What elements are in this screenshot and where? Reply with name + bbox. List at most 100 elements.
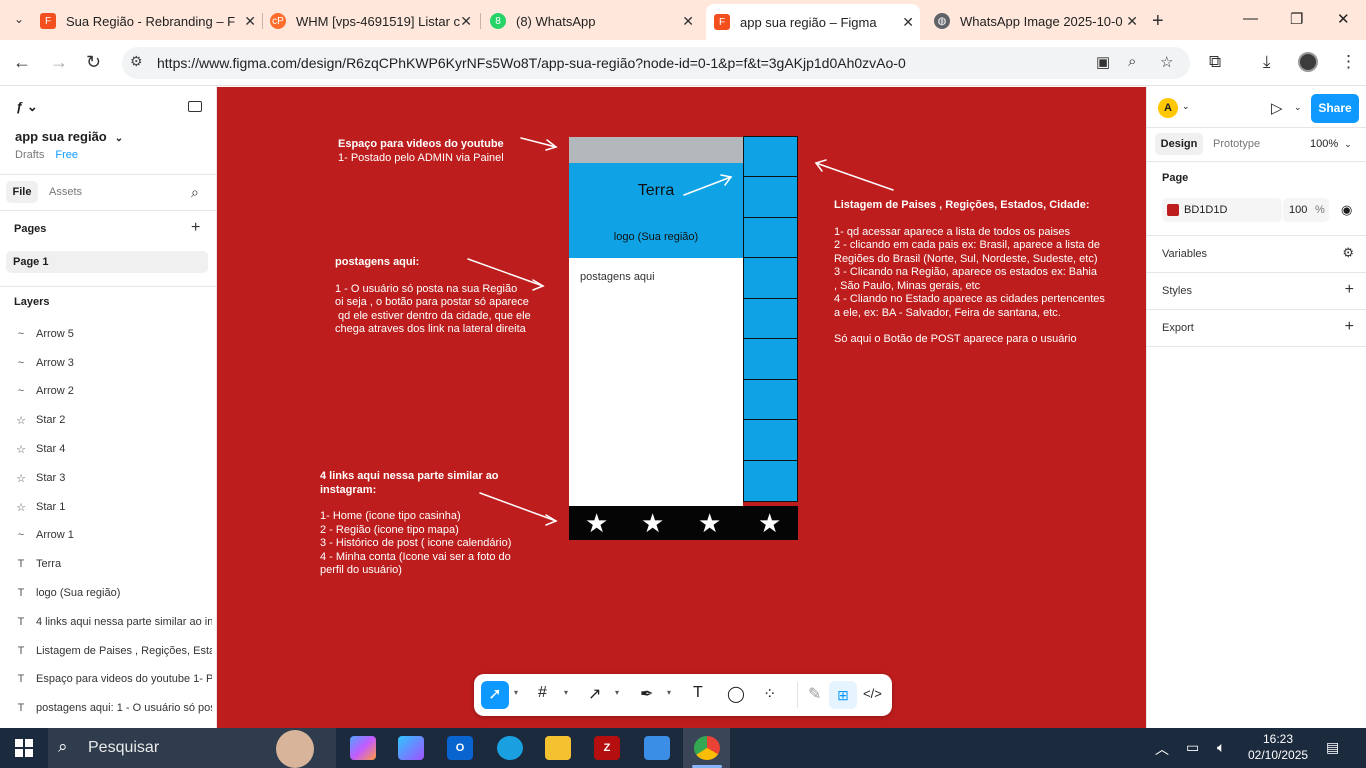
profile-avatar[interactable] — [1298, 52, 1318, 72]
tab-sua-regiao-rebranding[interactable]: F Sua Região - Rebranding – F ✕ — [40, 6, 262, 36]
system-clock[interactable]: 16:23 02/10/2025 — [1248, 731, 1308, 763]
visibility-eye-icon[interactable]: ◉ — [1341, 202, 1352, 218]
text-tool-icon[interactable]: T — [693, 684, 703, 702]
address-bar[interactable]: ⚙ https://www.figma.com/design/R6zqCPhKW… — [122, 47, 1190, 79]
tab-assets[interactable]: Assets — [49, 186, 82, 198]
drafts-label[interactable]: Drafts — [15, 149, 44, 161]
figma-canvas[interactable]: Espaço para videos do youtube 1- Postado… — [217, 87, 1146, 728]
url-text[interactable]: https://www.figma.com/design/R6zqCPhKWP6… — [157, 55, 906, 71]
back-icon[interactable]: ← — [13, 52, 31, 73]
windows-start-icon[interactable] — [15, 739, 33, 757]
download-icon[interactable]: ⤓ — [1263, 52, 1271, 72]
page-opacity-field[interactable]: 100 % — [1283, 198, 1329, 222]
layer-postagens[interactable]: Tpostagens aqui: 1 - O usuário só post — [0, 694, 216, 722]
toggle-sidebar-icon[interactable] — [188, 101, 202, 112]
arrow-posts[interactable] — [467, 258, 545, 291]
zoom-chevron-icon[interactable]: ⌄ — [1344, 139, 1352, 149]
tab-figma-app-sua-regiao[interactable]: F app sua região – Figma ✕ — [706, 4, 920, 40]
actions-tool-icon[interactable]: ⁘ — [763, 684, 776, 704]
site-info-icon[interactable]: ⚙ — [130, 53, 143, 70]
add-export-plus-icon[interactable]: + — [1345, 318, 1354, 336]
page-opacity-value[interactable]: 100 — [1289, 204, 1307, 216]
draw-mode-icon[interactable]: ✎ — [808, 684, 821, 704]
layer-logo[interactable]: Tlogo (Sua região) — [0, 579, 216, 607]
dev-mode-icon[interactable]: </> — [863, 686, 882, 701]
figma-main-menu-icon[interactable]: ƒ ⌄ — [16, 99, 38, 115]
tab-design[interactable]: Design — [1155, 133, 1203, 155]
pen-tool-chevron-icon[interactable]: ▾ — [667, 688, 671, 697]
page-color-field[interactable]: BD1D1D — [1162, 198, 1282, 222]
layer-star-4[interactable]: ☆ Star 4 — [0, 435, 216, 463]
volume-icon[interactable]: 🔈︎ — [1217, 739, 1225, 756]
page-item-page-1[interactable]: Page 1 — [6, 251, 208, 273]
tab-whm[interactable]: cP WHM [vps-4691519] Listar c ✕ — [270, 6, 478, 36]
variables-settings-icon[interactable]: ⚙ — [1342, 245, 1354, 261]
layer-4-links[interactable]: T 4 links aqui nessa parte similar ao ins… — [0, 608, 216, 636]
tray-overflow-chevron-icon[interactable]: ︿ — [1155, 739, 1169, 759]
edge-app-icon[interactable] — [497, 736, 523, 760]
copilot-app-icon[interactable] — [350, 736, 376, 760]
maximize-icon[interactable]: ❐ — [1290, 10, 1303, 28]
export-section[interactable]: Export — [1162, 322, 1194, 334]
tab-close-icon[interactable]: ✕ — [682, 13, 694, 30]
outlook-app-icon[interactable]: O — [447, 736, 473, 760]
layer-star-3[interactable]: ☆ Star 3 — [0, 464, 216, 492]
design-mode-icon[interactable]: ⊞ — [829, 681, 857, 709]
search-icon[interactable]: ⌕ — [191, 184, 199, 201]
arrow-terra[interactable] — [683, 174, 733, 196]
forward-icon[interactable]: → — [50, 52, 68, 73]
layer-terra[interactable]: T Terra — [0, 550, 216, 578]
tab-close-icon[interactable]: ✕ — [1126, 13, 1138, 30]
layer-star-1[interactable]: ☆ Star 1 — [0, 493, 216, 521]
arrow-youtube[interactable] — [520, 137, 558, 151]
clipboard-icon[interactable]: ▣ — [1096, 53, 1110, 71]
layer-arrow-1[interactable]: ~ Arrow 1 — [0, 521, 216, 549]
chrome-app-icon[interactable] — [694, 736, 720, 760]
layer-espaco-videos[interactable]: T Espaço para videos do youtube 1- Pos — [0, 665, 216, 693]
taskbar-search-box[interactable]: ⌕ Pesquisar — [48, 728, 336, 768]
move-tool-icon[interactable]: ➚ — [481, 681, 509, 709]
extensions-icon[interactable]: ⧉ — [1209, 52, 1221, 72]
layer-star-2[interactable]: ☆ Star 2 — [0, 406, 216, 434]
zoom-level[interactable]: 100% ⌄ — [1310, 138, 1352, 150]
share-button[interactable]: Share — [1311, 94, 1359, 123]
new-tab-plus-icon[interactable]: + — [1152, 10, 1164, 33]
styles-section[interactable]: Styles — [1162, 285, 1192, 297]
m365-app-icon[interactable] — [398, 736, 424, 760]
microsoft-store-app-icon[interactable] — [644, 736, 670, 760]
zoom-icon[interactable]: ⌕ — [1128, 53, 1136, 70]
tab-close-icon[interactable]: ✕ — [902, 14, 914, 31]
tab-close-icon[interactable]: ✕ — [244, 13, 256, 30]
browser-menu-icon[interactable]: ⋮ — [1340, 52, 1357, 72]
file-name[interactable]: app sua região ⌄ — [15, 129, 123, 144]
file-menu-chevron-icon[interactable]: ⌄ — [115, 133, 123, 144]
tab-whatsapp-image[interactable]: ◍ WhatsApp Image 2025-10-0 ✕ — [934, 6, 1144, 36]
tab-search-chevron-icon[interactable]: ⌄ — [8, 8, 30, 30]
filezilla-app-icon[interactable]: Z — [594, 736, 620, 760]
avatar-chevron-icon[interactable]: ⌄ — [1182, 101, 1190, 112]
layer-arrow-5[interactable]: ~ Arrow 5 — [0, 320, 216, 348]
network-icon[interactable]: ▭ — [1186, 739, 1199, 756]
user-avatar[interactable]: A — [1158, 98, 1178, 118]
arrow-tool-icon[interactable]: ↗ — [588, 684, 601, 704]
minimize-icon[interactable]: — — [1243, 10, 1258, 27]
add-page-plus-icon[interactable]: + — [191, 219, 200, 237]
plan-badge[interactable]: Free — [55, 149, 78, 161]
notifications-icon[interactable]: ▤ — [1326, 739, 1339, 756]
present-play-icon[interactable]: ▷ — [1271, 99, 1283, 117]
pen-tool-icon[interactable]: ✒ — [640, 684, 653, 704]
arrow-tool-chevron-icon[interactable]: ▾ — [615, 688, 619, 697]
bookmark-star-icon[interactable]: ☆ — [1160, 53, 1173, 71]
page-color-swatch[interactable] — [1167, 204, 1179, 216]
frame-tool-icon[interactable]: # — [538, 684, 547, 702]
add-style-plus-icon[interactable]: + — [1345, 281, 1354, 299]
comment-tool-icon[interactable]: ◯ — [727, 684, 745, 704]
file-explorer-app-icon[interactable] — [545, 736, 571, 760]
tab-prototype[interactable]: Prototype — [1213, 138, 1260, 150]
tab-close-icon[interactable]: ✕ — [460, 13, 472, 30]
variables-section[interactable]: Variables — [1162, 248, 1207, 260]
layer-listagem[interactable]: T Listagem de Paises , Regições, Estado — [0, 637, 216, 665]
arrow-links[interactable] — [479, 492, 558, 526]
tab-file[interactable]: File — [6, 181, 38, 203]
move-tool-chevron-icon[interactable]: ▾ — [514, 688, 518, 697]
